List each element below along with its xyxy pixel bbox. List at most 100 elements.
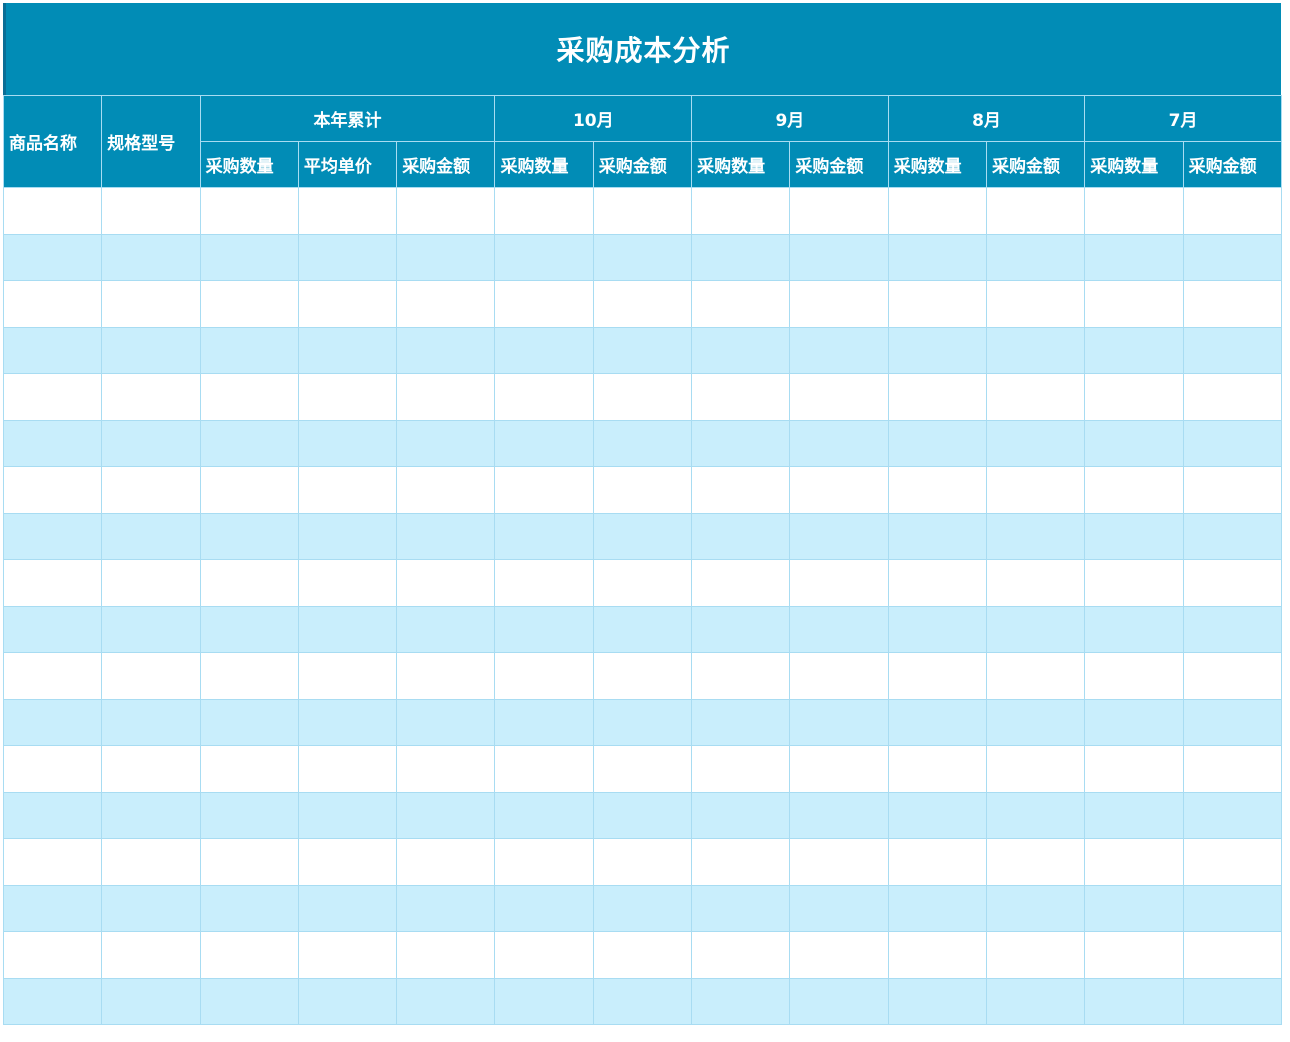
table-cell[interactable] bbox=[985, 466, 1086, 514]
table-cell[interactable] bbox=[1182, 931, 1282, 979]
table-cell[interactable] bbox=[396, 605, 496, 653]
table-cell[interactable] bbox=[1182, 652, 1282, 700]
table-cell[interactable] bbox=[297, 977, 398, 1025]
header-ytd-avg-price[interactable]: 平均单价 bbox=[297, 141, 398, 188]
table-cell[interactable] bbox=[592, 326, 693, 374]
table-cell[interactable] bbox=[1084, 233, 1184, 281]
table-cell[interactable] bbox=[789, 512, 889, 560]
table-cell[interactable] bbox=[1084, 373, 1184, 421]
table-cell[interactable] bbox=[887, 559, 987, 607]
table-cell[interactable] bbox=[1084, 745, 1184, 793]
table-cell[interactable] bbox=[691, 559, 791, 607]
table-cell[interactable] bbox=[691, 977, 791, 1025]
table-cell[interactable] bbox=[1084, 466, 1184, 514]
table-cell[interactable] bbox=[2, 466, 103, 514]
table-cell[interactable] bbox=[691, 931, 791, 979]
table-cell[interactable] bbox=[101, 605, 201, 653]
table-cell[interactable] bbox=[2, 884, 103, 932]
table-cell[interactable] bbox=[2, 698, 103, 746]
table-cell[interactable] bbox=[1084, 698, 1184, 746]
table-cell[interactable] bbox=[789, 326, 889, 374]
table-cell[interactable] bbox=[494, 791, 594, 839]
table-cell[interactable] bbox=[199, 977, 299, 1025]
table-cell[interactable] bbox=[592, 652, 693, 700]
table-cell[interactable] bbox=[199, 187, 299, 235]
header-ytd-amount[interactable]: 采购金额 bbox=[396, 141, 496, 188]
table-cell[interactable] bbox=[1182, 373, 1282, 421]
table-cell[interactable] bbox=[101, 233, 201, 281]
table-cell[interactable] bbox=[297, 419, 398, 467]
header-aug-amount[interactable]: 采购金额 bbox=[985, 141, 1086, 188]
table-cell[interactable] bbox=[396, 838, 496, 886]
table-cell[interactable] bbox=[101, 187, 201, 235]
table-cell[interactable] bbox=[101, 652, 201, 700]
table-cell[interactable] bbox=[101, 373, 201, 421]
table-cell[interactable] bbox=[985, 791, 1086, 839]
table-cell[interactable] bbox=[494, 559, 594, 607]
table-cell[interactable] bbox=[101, 931, 201, 979]
header-product-name[interactable]: 商品名称 bbox=[2, 95, 103, 188]
table-cell[interactable] bbox=[691, 280, 791, 328]
table-cell[interactable] bbox=[592, 745, 693, 793]
table-cell[interactable] bbox=[297, 698, 398, 746]
table-cell[interactable] bbox=[494, 977, 594, 1025]
table-cell[interactable] bbox=[985, 187, 1086, 235]
table-cell[interactable] bbox=[1084, 512, 1184, 560]
table-cell[interactable] bbox=[494, 745, 594, 793]
header-group-aug[interactable]: 8月 bbox=[887, 95, 1086, 142]
table-cell[interactable] bbox=[2, 326, 103, 374]
table-cell[interactable] bbox=[691, 373, 791, 421]
table-cell[interactable] bbox=[297, 373, 398, 421]
table-cell[interactable] bbox=[396, 419, 496, 467]
table-cell[interactable] bbox=[297, 605, 398, 653]
table-cell[interactable] bbox=[199, 559, 299, 607]
table-cell[interactable] bbox=[985, 931, 1086, 979]
table-cell[interactable] bbox=[199, 419, 299, 467]
table-cell[interactable] bbox=[297, 326, 398, 374]
table-cell[interactable] bbox=[789, 233, 889, 281]
table-cell[interactable] bbox=[789, 745, 889, 793]
table-cell[interactable] bbox=[887, 931, 987, 979]
table-cell[interactable] bbox=[691, 466, 791, 514]
table-cell[interactable] bbox=[101, 512, 201, 560]
table-cell[interactable] bbox=[396, 931, 496, 979]
table-cell[interactable] bbox=[1182, 605, 1282, 653]
table-cell[interactable] bbox=[1182, 233, 1282, 281]
table-cell[interactable] bbox=[592, 838, 693, 886]
table-cell[interactable] bbox=[691, 698, 791, 746]
header-group-oct[interactable]: 10月 bbox=[494, 95, 693, 142]
table-cell[interactable] bbox=[2, 791, 103, 839]
table-cell[interactable] bbox=[1182, 838, 1282, 886]
table-cell[interactable] bbox=[2, 280, 103, 328]
table-cell[interactable] bbox=[789, 977, 889, 1025]
header-oct-amount[interactable]: 采购金额 bbox=[592, 141, 693, 188]
table-cell[interactable] bbox=[2, 605, 103, 653]
table-cell[interactable] bbox=[592, 280, 693, 328]
table-cell[interactable] bbox=[789, 187, 889, 235]
table-cell[interactable] bbox=[1182, 884, 1282, 932]
table-cell[interactable] bbox=[1084, 791, 1184, 839]
table-cell[interactable] bbox=[396, 652, 496, 700]
table-cell[interactable] bbox=[101, 326, 201, 374]
table-cell[interactable] bbox=[494, 512, 594, 560]
table-cell[interactable] bbox=[1084, 187, 1184, 235]
table-cell[interactable] bbox=[789, 280, 889, 328]
table-cell[interactable] bbox=[887, 187, 987, 235]
table-cell[interactable] bbox=[1084, 838, 1184, 886]
table-cell[interactable] bbox=[297, 838, 398, 886]
table-cell[interactable] bbox=[101, 745, 201, 793]
table-cell[interactable] bbox=[789, 373, 889, 421]
header-group-sep[interactable]: 9月 bbox=[691, 95, 889, 142]
table-cell[interactable] bbox=[985, 745, 1086, 793]
table-cell[interactable] bbox=[691, 605, 791, 653]
table-cell[interactable] bbox=[101, 698, 201, 746]
table-cell[interactable] bbox=[691, 838, 791, 886]
table-cell[interactable] bbox=[101, 838, 201, 886]
table-cell[interactable] bbox=[2, 233, 103, 281]
table-cell[interactable] bbox=[789, 698, 889, 746]
table-cell[interactable] bbox=[199, 931, 299, 979]
table-cell[interactable] bbox=[199, 745, 299, 793]
table-cell[interactable] bbox=[691, 652, 791, 700]
table-cell[interactable] bbox=[1084, 652, 1184, 700]
table-cell[interactable] bbox=[396, 791, 496, 839]
